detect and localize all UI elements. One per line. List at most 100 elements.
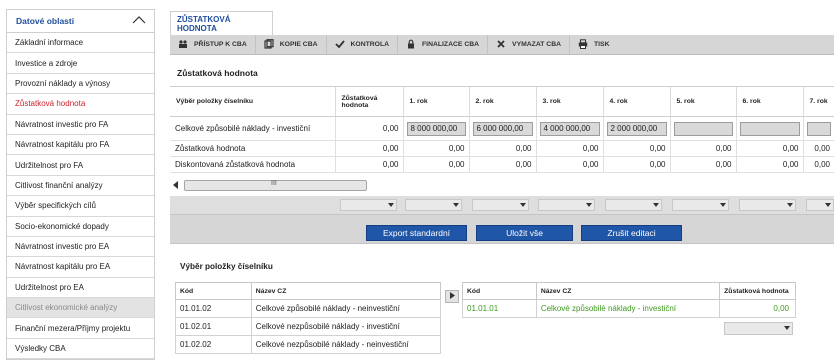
arrow-right-icon	[449, 292, 455, 301]
sidebar-item[interactable]: Investice a zdroje	[7, 53, 154, 74]
sidebar-header[interactable]: Datové oblasti	[7, 10, 154, 33]
year-input[interactable]: 8 000 000,00	[406, 121, 466, 136]
sidebar-item[interactable]: Zůstatková hodnota	[7, 94, 154, 115]
grid-cell-year	[802, 116, 834, 141]
sidebar-list: Základní informace Investice a zdroje Prov…	[7, 33, 154, 360]
access-cba-button[interactable]: PŘÍSTUP K CBA	[170, 34, 256, 55]
code-cell: 01.01.01	[462, 299, 537, 318]
sidebar-item[interactable]: Provozní náklady a výnosy	[7, 74, 154, 95]
grid-cell-year: 0,00	[535, 156, 603, 173]
year-input[interactable]	[739, 121, 800, 136]
table-row[interactable]: 01.02.01 Celkové nezpůsobilé náklady - in…	[175, 317, 442, 336]
scroll-grip: III	[271, 180, 277, 187]
sidebar-item[interactable]: Výsledky CBA	[7, 339, 154, 360]
scroll-thumb[interactable]: III	[184, 180, 367, 191]
grid-column-header: 3. rok	[535, 86, 603, 117]
grid-cell-value: 0,00	[334, 116, 403, 141]
sidebar-item[interactable]: Návratnost investic pro FA	[7, 115, 154, 135]
grid-cell-year: 0,00	[535, 140, 603, 157]
year-input[interactable]: 6 000 000,00	[472, 121, 533, 136]
filter-select[interactable]	[724, 322, 793, 335]
filter-select[interactable]	[405, 199, 462, 211]
sidebar-item[interactable]: Výběr specifických cílů	[7, 196, 154, 217]
copy-cba-button[interactable]: KOPIE CBA	[256, 34, 327, 55]
chevron-down-icon	[720, 203, 726, 207]
filter-select[interactable]	[538, 199, 595, 211]
grid-cell-year: 0,00	[802, 140, 834, 157]
year-input[interactable]: 4 000 000,00	[539, 121, 600, 136]
grid-column-header: 4. rok	[602, 86, 670, 117]
sidebar-header-label: Datové oblasti	[16, 16, 75, 26]
finalize-cba-button[interactable]: FINALIZACE CBA	[398, 34, 489, 55]
chevron-up-icon[interactable]	[132, 16, 146, 26]
sidebar-item[interactable]: Základní informace	[7, 33, 154, 54]
chevron-down-icon	[784, 326, 790, 330]
year-input[interactable]	[806, 121, 831, 136]
grid-cell-year	[735, 116, 803, 141]
sidebar-item-label: Provozní náklady a výnosy	[15, 78, 111, 88]
sidebar-item[interactable]: Socio-ekonomické dopady	[7, 217, 154, 237]
grid-cell-year: 0,00	[468, 156, 536, 173]
grid-cell-year: 0,00	[669, 140, 736, 157]
sidebar-item[interactable]: Udržitelnost pro EA	[7, 278, 154, 299]
value-cell[interactable]: 0,00	[719, 299, 796, 318]
table-row[interactable]: 01.01.01 Celkové způsobilé náklady - inve…	[462, 299, 796, 318]
grid-column-header: 7. rok	[802, 86, 834, 117]
grid-header-row: Výběr položky číselníku Zůstatková hodnot…	[170, 86, 834, 117]
grid-row: Zůstatková hodnota 0,00 0,00 0,00 0,00 0,00 0,…	[170, 140, 834, 157]
tab-zustatkova-hodnota[interactable]: ZŮSTATKOVÁ HODNOTA	[170, 11, 273, 35]
sidebar-item[interactable]: Udržitelnost pro FA	[7, 155, 154, 176]
sidebar-item-label: Návratnost investic pro FA	[15, 119, 109, 129]
sidebar-item[interactable]: Návratnost kapitálu pro FA	[7, 135, 154, 156]
filter-select[interactable]	[739, 199, 796, 211]
sidebar-item-label: Základní informace	[15, 38, 84, 48]
filter-select[interactable]	[605, 199, 662, 211]
grid-column-header: 6. rok	[735, 86, 803, 117]
filter-select[interactable]	[806, 199, 834, 211]
grid-cell-year: 0,00	[468, 140, 536, 157]
sidebar-item-label: Citlivost finanční analýzy	[15, 180, 103, 190]
code-cell: 01.02.01	[175, 317, 252, 336]
codebook-title: Výběr položky číselníku	[180, 262, 273, 271]
data-grid: Výběr položky číselníku Zůstatková hodnot…	[170, 86, 834, 173]
codebook-available-table: Kód Název CZ 01.01.02 Celkové způsobilé n…	[175, 282, 442, 354]
cancel-edit-button[interactable]: Zrušit editaci	[581, 225, 682, 241]
toolbar: PŘÍSTUP K CBA KOPIE CBA KONTROLA FINALIZ…	[170, 34, 834, 55]
check-button[interactable]: KONTROLA	[327, 34, 399, 55]
grid-cell-year: 0,00	[402, 156, 469, 173]
grid-row-label: Celkové způsobilé náklady - investiční	[170, 116, 335, 141]
close-icon	[496, 39, 506, 51]
grid-cell-year: 6 000 000,00	[468, 116, 536, 141]
scroll-left-icon[interactable]	[173, 181, 179, 191]
table-row[interactable]: 01.01.02 Celkové způsobilé náklady - nein…	[175, 299, 442, 318]
filter-select[interactable]	[472, 199, 529, 211]
horizontal-scrollbar[interactable]: III	[170, 178, 375, 192]
delete-cba-label: VYMAZAT CBA	[512, 41, 562, 48]
grid-cell-year	[669, 116, 736, 141]
table-row[interactable]: 01.02.02 Celkové nezpůsobilé náklady - ne…	[175, 335, 442, 354]
sidebar-item[interactable]: Návratnost kapitálu pro EA	[7, 257, 154, 278]
action-bar: Export standardní Uložit vše Zrušit edit…	[170, 214, 834, 244]
save-all-button[interactable]: Uložit vše	[476, 225, 573, 241]
sidebar: Datové oblasti Základní informace Investi…	[6, 9, 155, 360]
export-button[interactable]: Export standardní	[366, 225, 467, 241]
col-header-code: Kód	[175, 282, 252, 300]
sidebar-item-label: Výsledky CBA	[15, 344, 66, 354]
sidebar-item[interactable]: Finanční mezera/Příjmy projektu	[7, 318, 154, 339]
year-input[interactable]	[673, 121, 733, 136]
print-button[interactable]: TISK	[570, 35, 617, 55]
sidebar-item[interactable]: Citlivost finanční analýzy	[7, 176, 154, 197]
grid-column-header: Výběr položky číselníku	[170, 86, 335, 117]
grid-cell-year: 0,00	[669, 156, 736, 173]
sidebar-item-label: Citlivost ekonomické analýzy	[15, 303, 118, 313]
name-cell: Celkové nezpůsobilé náklady - neinvestič…	[250, 335, 442, 354]
year-input[interactable]: 2 000 000,00	[606, 121, 667, 136]
filter-select[interactable]	[340, 199, 397, 211]
sidebar-item[interactable]: Návratnost investic pro EA	[7, 237, 154, 258]
section-title: Zůstatková hodnota	[177, 68, 258, 78]
grid-column-header: 2. rok	[468, 86, 536, 117]
filter-select[interactable]	[672, 199, 729, 211]
col-header-value: Zůstatková hodnota	[719, 282, 796, 300]
delete-cba-button[interactable]: VYMAZAT CBA	[488, 34, 571, 55]
move-right-button[interactable]	[445, 290, 459, 303]
